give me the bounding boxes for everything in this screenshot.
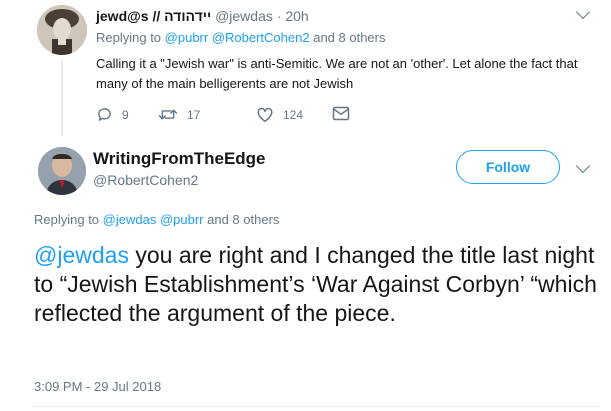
reply-count: 9 xyxy=(122,107,129,122)
reply-tweet: jewd@s // יידהודה @jewdas · 20h Replying… xyxy=(0,0,611,136)
display-name[interactable]: WritingFromTheEdge xyxy=(93,149,266,169)
display-name[interactable]: jewd@s // יידהודה xyxy=(96,8,211,24)
chevron-down-icon[interactable] xyxy=(575,4,591,20)
divider xyxy=(34,406,599,407)
mention-link[interactable]: @jewdas xyxy=(34,242,129,268)
avatar[interactable] xyxy=(37,5,87,55)
replying-to-links[interactable]: @jewdas @pubrr xyxy=(103,212,204,227)
retweet-count: 17 xyxy=(187,107,201,122)
replying-to-line: Replying to @jewdas @pubrr and 8 others xyxy=(34,212,279,227)
retweet-button[interactable]: 17 xyxy=(158,106,200,123)
envelope-icon xyxy=(332,106,350,121)
replying-to-line: Replying to @pubrr @RobertCohen2 and 8 o… xyxy=(96,30,386,45)
handle[interactable]: @jewdas xyxy=(215,8,273,24)
replying-prefix: Replying to xyxy=(34,212,100,227)
tweet-header: jewd@s // יידהודה @jewdas · 20h xyxy=(96,8,309,24)
replying-prefix: Replying to xyxy=(96,30,162,45)
replying-suffix: and 8 others xyxy=(313,30,386,45)
chevron-down-icon[interactable] xyxy=(575,158,591,174)
tweet-text: @jewdas you are right and I changed the … xyxy=(34,241,604,328)
follow-button[interactable]: Follow xyxy=(456,150,560,184)
thread-line xyxy=(61,60,63,136)
tweet-timestamp[interactable]: 3:09 PM - 29 Jul 2018 xyxy=(34,379,161,394)
replying-to-links[interactable]: @pubrr @RobertCohen2 xyxy=(165,30,310,45)
direct-message-button[interactable] xyxy=(332,106,350,121)
avatar[interactable] xyxy=(38,147,86,195)
reply-icon xyxy=(96,106,113,123)
handle[interactable]: @RobertCohen2 xyxy=(93,172,198,188)
separator: · xyxy=(276,8,282,24)
tweet-time[interactable]: 20h xyxy=(285,8,308,24)
heart-icon xyxy=(256,106,274,123)
replying-suffix: and 8 others xyxy=(207,212,280,227)
like-button[interactable]: 124 xyxy=(256,106,303,123)
like-count: 124 xyxy=(283,107,304,122)
retweet-icon xyxy=(158,106,178,123)
tweet-text: Calling it a "Jewish war" is anti-Semiti… xyxy=(96,56,578,91)
reply-button[interactable]: 9 xyxy=(96,106,129,123)
